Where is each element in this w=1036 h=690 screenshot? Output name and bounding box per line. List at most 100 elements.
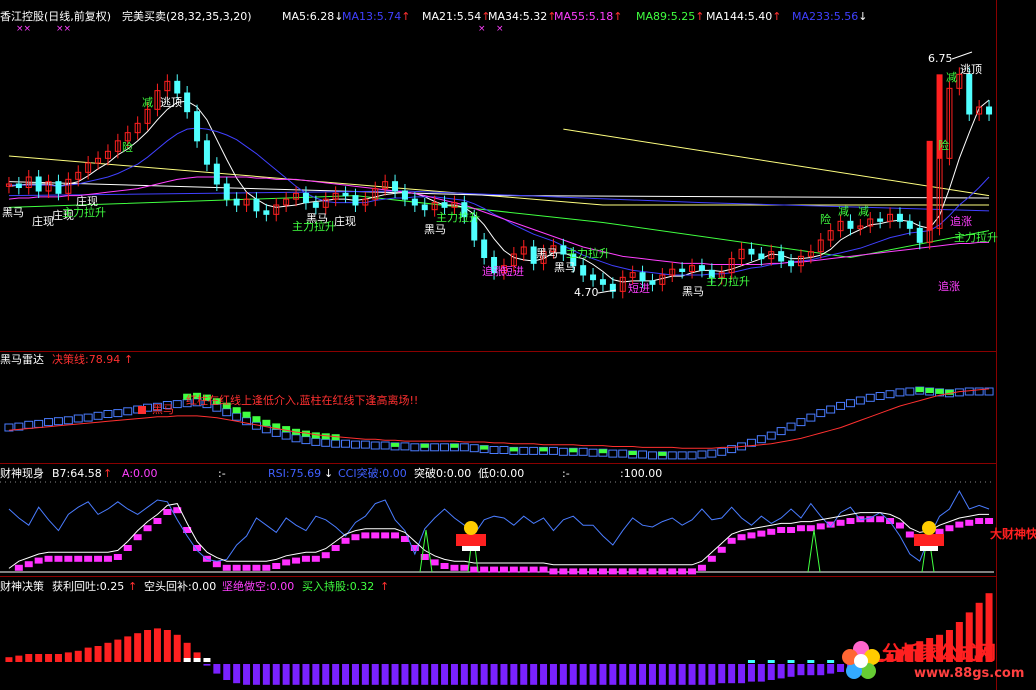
signal-label: 逃顶: [960, 63, 982, 76]
cci-spike: [807, 529, 821, 573]
radar-block: [776, 427, 786, 436]
b7-block: [905, 531, 914, 538]
colon-mark: :-: [218, 467, 226, 480]
radar-block: [588, 448, 598, 457]
radar-green-block: [232, 407, 241, 414]
b7-block: [658, 568, 667, 575]
decision-line-arrow: ↑: [124, 353, 134, 366]
decision-bar: [322, 664, 330, 685]
buy-hold-value: 买入持股:0.32: [302, 580, 375, 593]
panel-separator-decision: [0, 576, 996, 577]
radar-green-block: [569, 448, 578, 453]
decision-bar: [421, 664, 429, 685]
fortune-icon: [456, 534, 486, 546]
candle-body: [401, 190, 408, 200]
decision-bar: [361, 664, 369, 685]
b7-block: [628, 568, 637, 575]
cci-value: CCI突破:0.00: [338, 467, 407, 480]
radar-green-block: [539, 447, 548, 452]
low-value: 低0:0.00: [478, 467, 525, 480]
decision-marker: [827, 660, 835, 663]
radar-block: [865, 393, 875, 402]
cross-mark: ×: [496, 24, 504, 34]
signal-label: 减: [142, 96, 153, 109]
candle-body-breakout: [926, 140, 933, 231]
b7-block: [509, 566, 518, 573]
radar-block: [271, 428, 281, 437]
decision-bar: [144, 630, 152, 662]
decision-bar: [708, 664, 716, 685]
stock-chart-window: 香江控股(日线,前复权) 完美买卖(28,32,35,3,20) MA5:6.2…: [0, 0, 1036, 690]
b7-block: [618, 568, 627, 575]
radar-green-block: [658, 451, 667, 456]
candle-body: [481, 239, 488, 258]
decision-line: [8, 388, 990, 449]
candle-body: [253, 198, 260, 212]
colon-mark-2: :-: [562, 467, 570, 480]
radar-mark-label: 黑马: [152, 403, 174, 416]
radar-green-block: [252, 416, 261, 423]
radar-block: [232, 412, 242, 421]
fortune-title: 财神现身: [0, 467, 44, 480]
decision-bar: [787, 664, 795, 677]
decision-bar: [25, 654, 33, 662]
candle-body: [966, 73, 973, 115]
decision-bar: [252, 664, 260, 685]
radar-green-block: [509, 447, 518, 452]
b7-block: [262, 564, 271, 571]
ma-legend-arrow: ↑: [695, 10, 705, 23]
b7-block: [608, 568, 617, 575]
b7-block: [569, 568, 578, 575]
decision-bar: [817, 664, 825, 676]
decision-marker: [183, 658, 191, 662]
radar-block: [578, 447, 588, 456]
decision-marker: [193, 658, 201, 662]
candle-body: [421, 204, 428, 211]
decision-bar: [401, 664, 409, 685]
decision-bar: [223, 664, 231, 680]
decision-bar: [45, 654, 53, 662]
decision-bar: [540, 664, 548, 685]
b7-block: [14, 564, 23, 571]
decision-bar: [233, 664, 241, 684]
radar-block: [895, 388, 905, 397]
radar-block: [608, 449, 618, 458]
b7-block: [301, 555, 310, 562]
b7-block: [351, 534, 360, 541]
radar-block: [529, 446, 539, 455]
radar-block: [469, 444, 479, 453]
radar-green-block: [480, 445, 489, 450]
radar-green-block: [935, 388, 944, 394]
b7-block: [103, 555, 112, 562]
b7-block: [836, 519, 845, 526]
ma-legend-item: MA5:6.28↓: [282, 10, 344, 23]
decision-bar: [124, 636, 132, 662]
b7-block: [598, 568, 607, 575]
b7-block: [767, 528, 776, 535]
radar-block: [44, 418, 54, 427]
decision-bar: [827, 664, 835, 674]
ma-line-ma5: [8, 99, 990, 283]
decision-marker: [787, 660, 795, 663]
radar-block: [786, 422, 796, 431]
ma-legend-arrow: ↑: [401, 10, 411, 23]
signal-label: 减: [946, 71, 957, 84]
decision-bar: [520, 664, 528, 685]
decision-bar: [569, 664, 577, 685]
b7-block: [84, 555, 93, 562]
candle-body: [649, 280, 656, 285]
decision-bar: [411, 664, 419, 685]
signal-label: 险: [820, 213, 831, 226]
signal-label: 黑马: [2, 206, 24, 219]
b7-block: [539, 566, 548, 573]
decision-bar: [213, 664, 221, 674]
b7-block: [876, 516, 885, 523]
radar-block: [331, 439, 341, 448]
b7-block: [846, 518, 855, 524]
fortune-icon: [914, 534, 944, 546]
candle-body: [213, 163, 220, 185]
b7-block: [440, 563, 449, 569]
b7-block: [697, 564, 706, 571]
radar-block: [321, 438, 331, 447]
b7-block: [707, 555, 716, 562]
